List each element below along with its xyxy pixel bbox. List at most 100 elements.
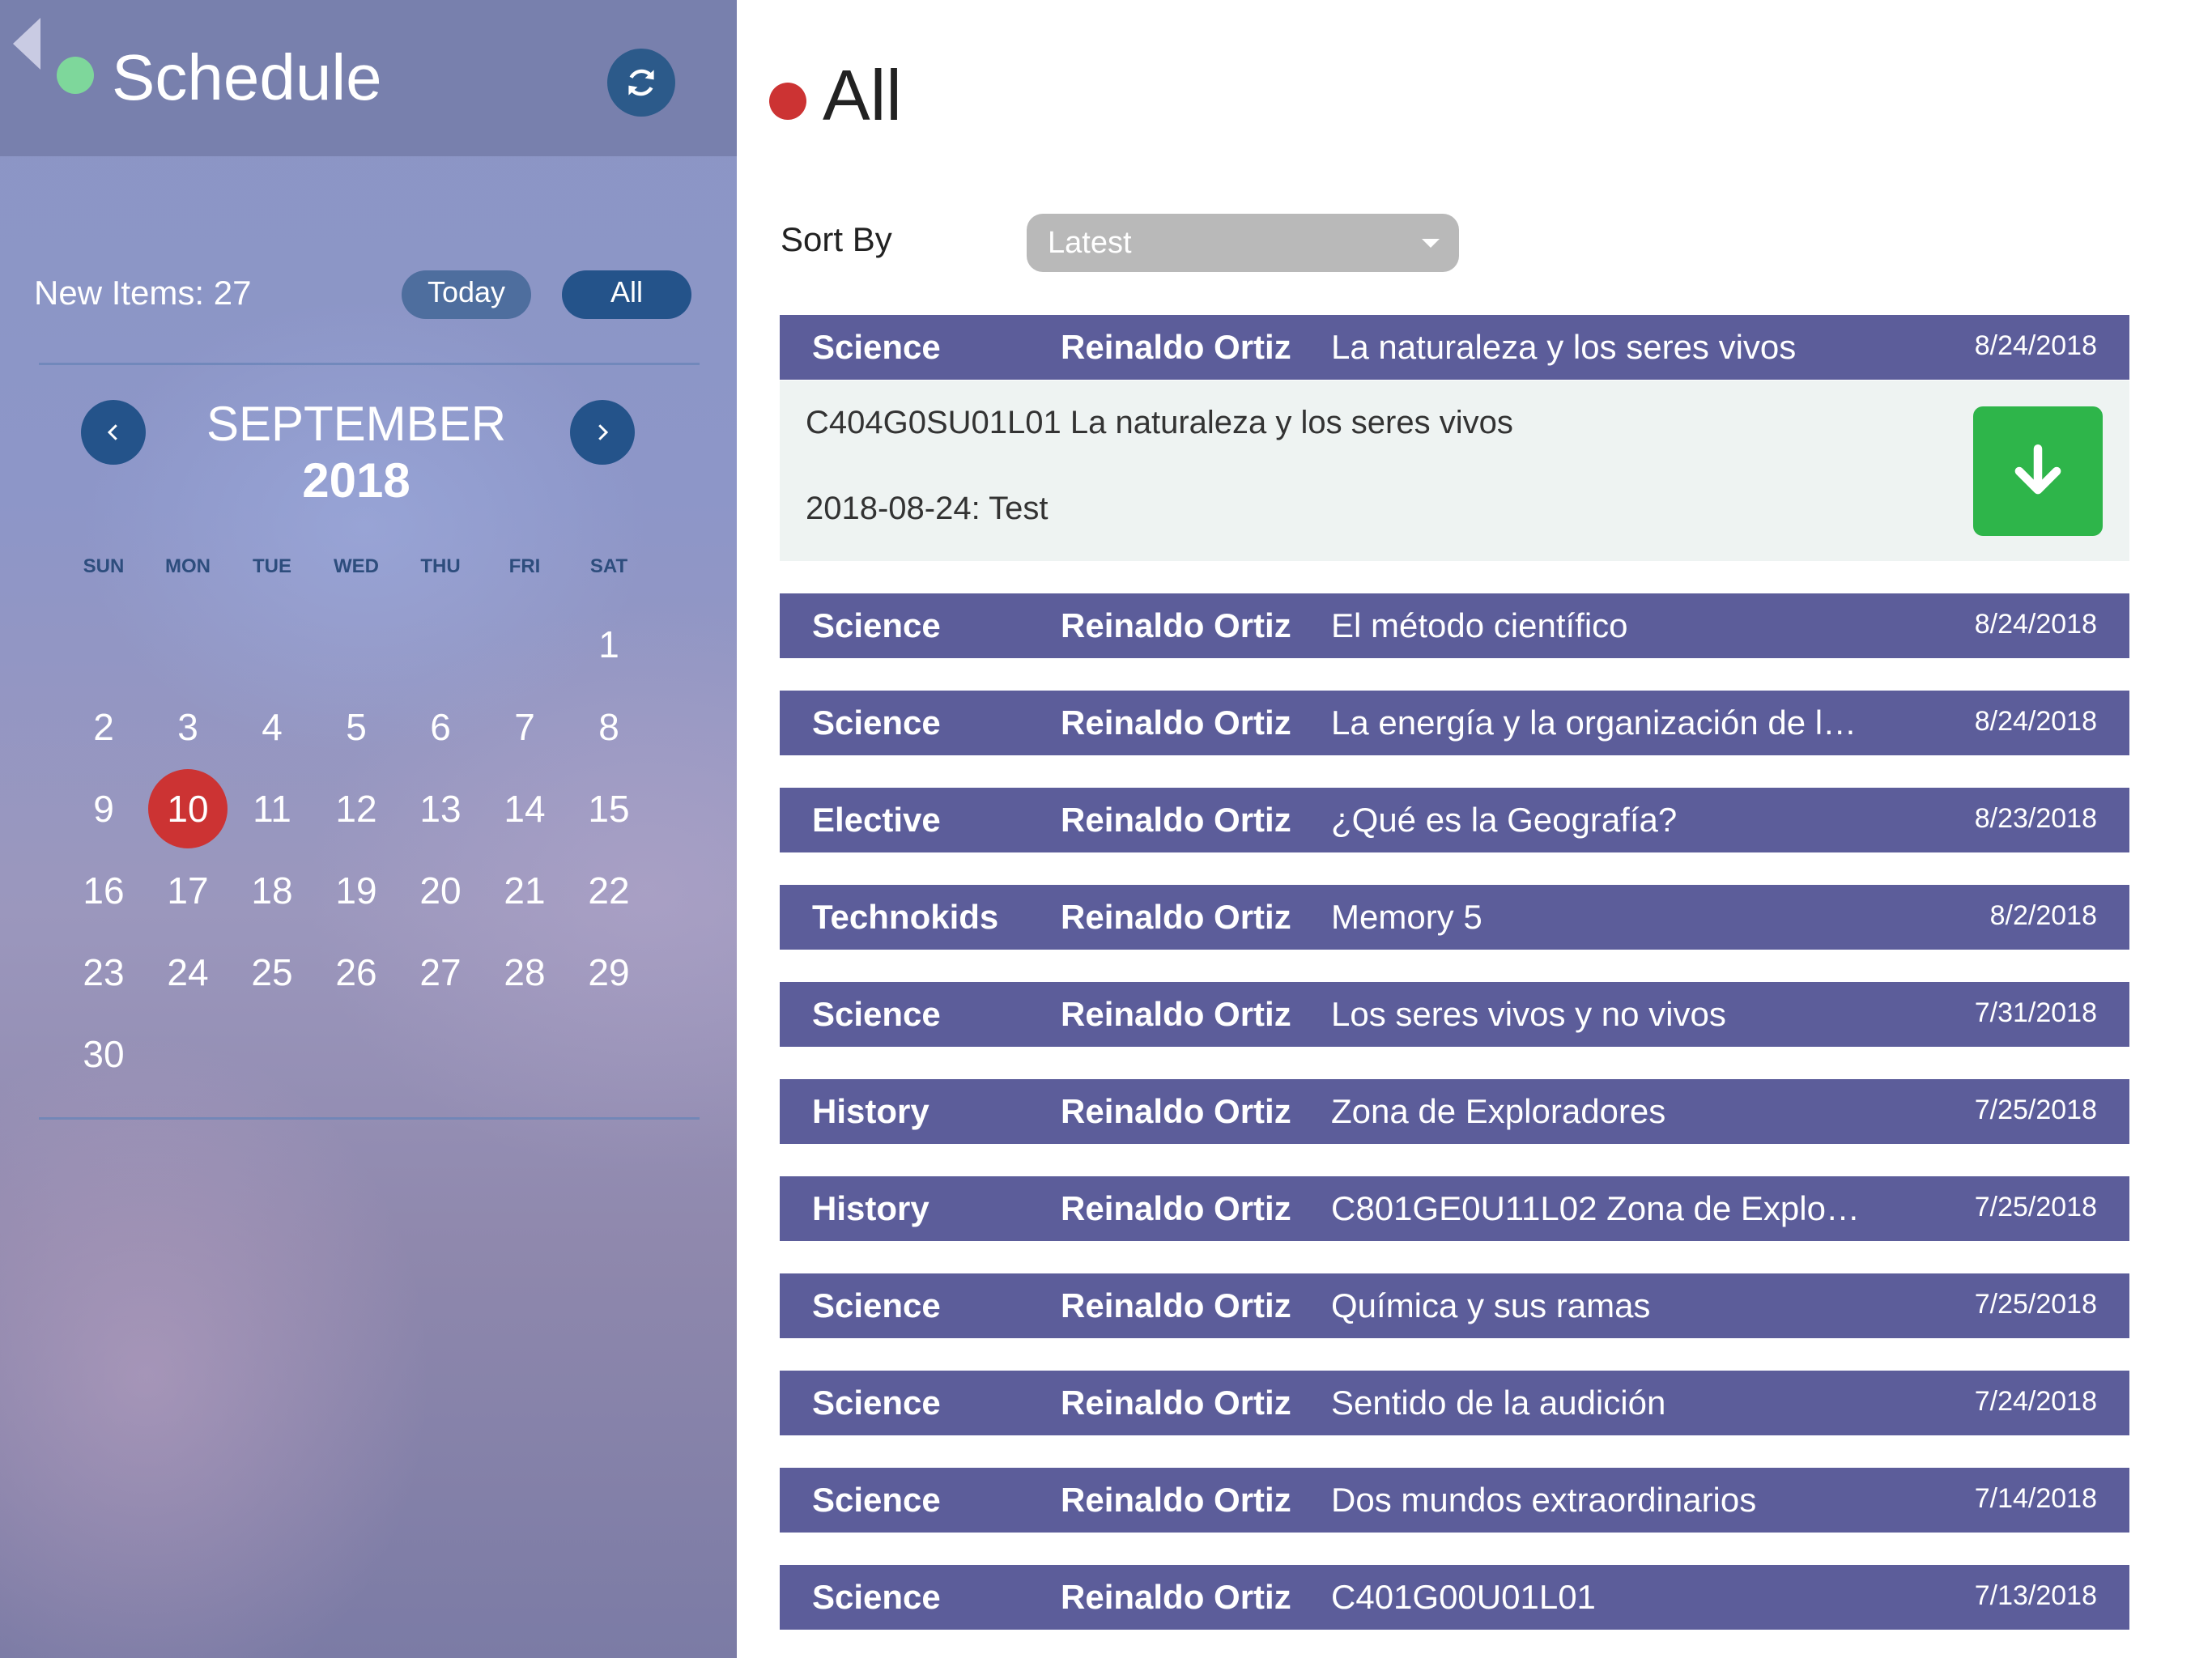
next-month-button[interactable] [570,400,635,465]
item-title: Zona de Exploradores [1331,1092,1666,1130]
item-author: Reinaldo Ortiz [1061,1384,1291,1422]
calendar-day[interactable]: 9 [63,786,144,831]
item-title: Los seres vivos y no vivos [1331,995,1726,1033]
calendar-month: SEPTEMBER [206,397,507,451]
item-author: Reinaldo Ortiz [1061,606,1291,644]
weekday-label: SAT [589,555,628,577]
prev-month-button[interactable] [81,400,146,465]
item-author: Reinaldo Ortiz [1061,1092,1291,1130]
item-date: 7/24/2018 [1974,1386,2097,1417]
item-author: Reinaldo Ortiz [1061,1481,1291,1519]
calendar-day[interactable]: 13 [400,786,481,831]
calendar-day[interactable]: 20 [400,868,481,913]
calendar-day[interactable]: 1 [568,622,649,667]
calendar-day[interactable]: 2 [63,704,144,750]
item-date: 7/14/2018 [1974,1483,2097,1514]
item-category: History [812,1092,929,1130]
list-item[interactable]: Science Reinaldo Ortiz C401G00U01L01 7/13/2… [780,1565,2129,1630]
item-date: 8/2/2018 [1989,900,2097,931]
item-date: 7/31/2018 [1974,997,2097,1028]
calendar-day[interactable]: 25 [232,950,313,995]
calendar-day[interactable]: 11 [232,786,313,831]
calendar-day[interactable]: 4 [232,704,313,750]
item-category: Technokids [812,898,999,936]
item-category: Science [812,1286,941,1324]
list-item[interactable]: Science Reinaldo Ortiz La energía y la org… [780,691,2129,755]
sort-value: Latest [1048,226,1132,260]
item-title: Dos mundos extraordinarios [1331,1481,1757,1519]
sort-label: Sort By [781,220,892,258]
item-date: 8/24/2018 [1974,706,2097,737]
calendar-day[interactable]: 26 [316,950,397,995]
item-author: Reinaldo Ortiz [1061,1286,1291,1324]
item-category: Science [812,1384,941,1422]
back-arrow-icon[interactable] [13,18,40,70]
list-item[interactable]: Science Reinaldo Ortiz Los seres vivos y n… [780,982,2129,1047]
refresh-button[interactable] [607,49,675,117]
sidebar-header: Schedule [0,0,737,156]
calendar-day[interactable]: 15 [568,786,649,831]
chevron-left-icon [107,424,117,440]
calendar-day[interactable]: 16 [63,868,144,913]
item-date: 7/25/2018 [1974,1192,2097,1222]
calendar-day[interactable]: 29 [568,950,649,995]
weekday-label: SUN [83,555,125,577]
list-item[interactable]: Technokids Reinaldo Ortiz Memory 5 8/2/2018 [780,885,2129,950]
list-item[interactable]: Science Reinaldo Ortiz Sentido de la audic… [780,1371,2129,1435]
list-item[interactable]: History Reinaldo Ortiz C801GE0U11L02 Zona … [780,1176,2129,1241]
status-dot-green [57,57,94,94]
download-button[interactable] [1973,406,2103,536]
calendar-day[interactable]: 8 [568,704,649,750]
list-item[interactable]: History Reinaldo Ortiz Zona de Exploradore… [780,1079,2129,1144]
calendar-day[interactable]: 18 [232,868,313,913]
calendar-day[interactable]: 12 [316,786,397,831]
calendar-day[interactable]: 23 [63,950,144,995]
item-title: La energía y la organización de l… [1331,704,1857,742]
new-items-count: New Items: 27 [34,274,252,312]
chevron-right-icon [598,424,609,440]
list-item[interactable]: Science Reinaldo Ortiz La naturaleza y los… [780,315,2129,380]
weekday-label: TUE [253,555,291,577]
item-category: Science [812,328,941,366]
status-dot-red [769,83,806,120]
calendar-day[interactable]: 21 [484,868,565,913]
item-title: Memory 5 [1331,898,1482,936]
list-item[interactable]: Science Reinaldo Ortiz El método científic… [780,593,2129,658]
calendar-day[interactable]: 28 [484,950,565,995]
item-title: El método científico [1331,606,1628,644]
divider [39,1117,700,1120]
list-item[interactable]: Science Reinaldo Ortiz Dos mundos extraord… [780,1468,2129,1533]
main-content: All Sort By Latest Science Reinaldo Ortiz… [737,0,2212,1658]
weekday-label: WED [334,555,379,577]
item-category: Science [812,1578,941,1616]
calendar-day[interactable]: 19 [316,868,397,913]
calendar-day[interactable]: 10 [147,786,228,831]
calendar-day[interactable]: 3 [147,704,228,750]
sidebar-title: Schedule [112,41,382,113]
list-item[interactable]: Elective Reinaldo Ortiz ¿Qué es la Geograf… [780,788,2129,852]
calendar-day[interactable]: 5 [316,704,397,750]
sort-select[interactable]: Latest [1027,214,1459,272]
item-author: Reinaldo Ortiz [1061,801,1291,839]
item-date: 7/13/2018 [1974,1580,2097,1611]
sidebar: Schedule New Items: 27 Today All SEPTEMB… [0,0,737,1658]
calendar-day[interactable]: 17 [147,868,228,913]
item-detail: C404G0SU01L01 La naturaleza y los seres … [780,380,2129,561]
item-date: 8/24/2018 [1974,330,2097,361]
item-author: Reinaldo Ortiz [1061,1189,1291,1227]
calendar-day[interactable]: 14 [484,786,565,831]
item-title: C801GE0U11L02 Zona de Explo… [1331,1189,1860,1227]
calendar-day[interactable]: 27 [400,950,481,995]
calendar-day[interactable]: 24 [147,950,228,995]
item-title: Sentido de la audición [1331,1384,1666,1422]
item-author: Reinaldo Ortiz [1061,704,1291,742]
item-category: Elective [812,801,941,839]
calendar-day[interactable]: 30 [63,1031,144,1077]
calendar-day[interactable]: 22 [568,868,649,913]
refresh-icon [628,69,654,96]
calendar-day[interactable]: 7 [484,704,565,750]
calendar-day[interactable]: 6 [400,704,481,750]
list-item[interactable]: Science Reinaldo Ortiz Química y sus ramas… [780,1273,2129,1338]
all-button[interactable]: All [562,270,691,319]
today-button[interactable]: Today [402,270,531,319]
